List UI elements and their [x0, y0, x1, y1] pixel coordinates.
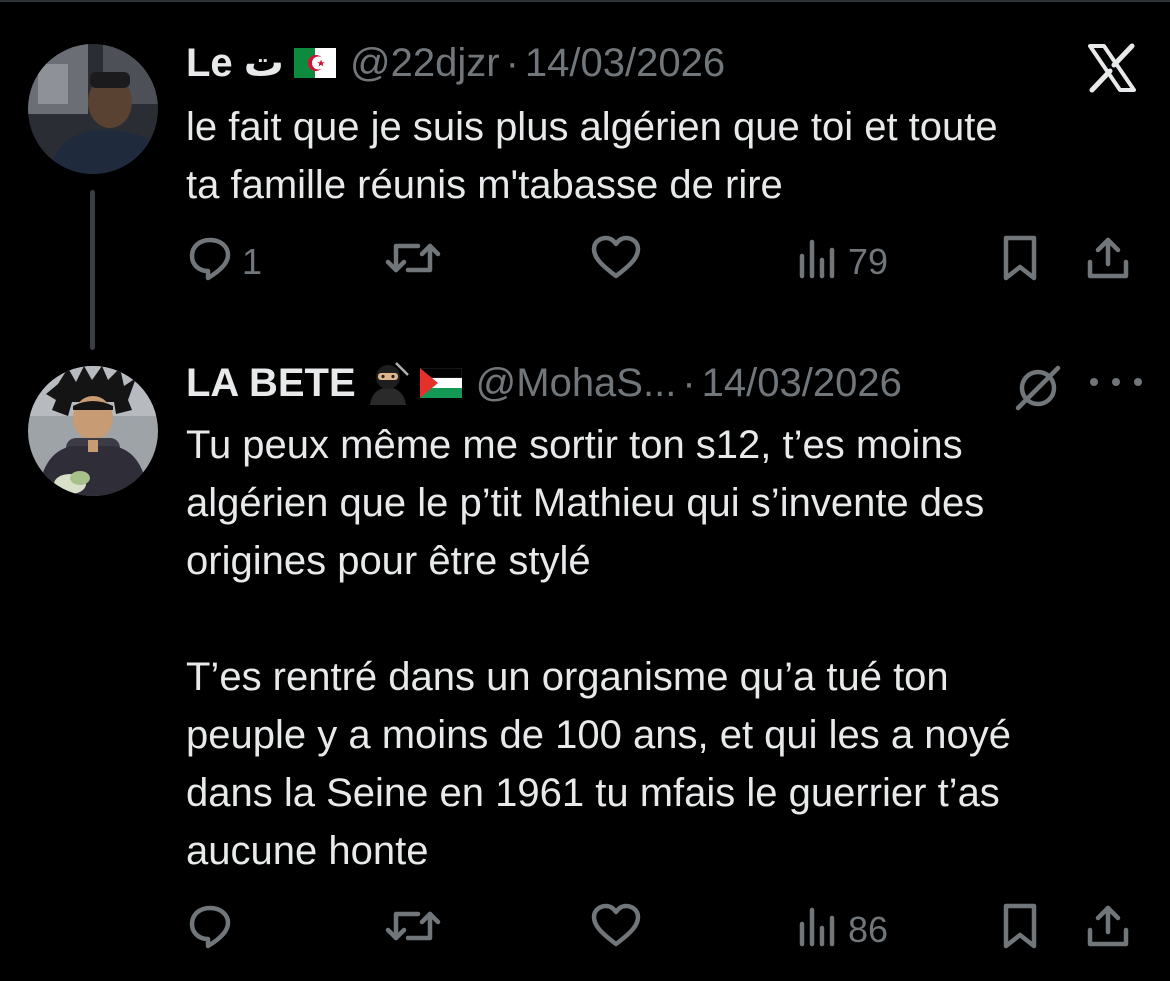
heart-icon	[590, 234, 642, 291]
like-button[interactable]	[590, 232, 650, 292]
views-button[interactable]: 86	[796, 900, 888, 960]
share-button[interactable]	[1084, 900, 1132, 960]
retweet-button[interactable]	[384, 232, 450, 292]
display-name[interactable]: LA BETE	[186, 361, 356, 406]
x-logo-icon	[1084, 40, 1140, 96]
retweet-button[interactable]	[384, 900, 450, 960]
tweet-1[interactable]: Le ت @22djzr · 14/03/2026 le fait que je…	[0, 0, 1170, 350]
reply-icon	[186, 902, 234, 959]
bookmark-button[interactable]	[998, 900, 1042, 960]
tweet-header: Le ت @22djzr · 14/03/2026	[186, 38, 725, 88]
palestine-flag-icon	[419, 368, 462, 398]
thread-line	[90, 190, 95, 350]
share-button[interactable]	[1084, 232, 1132, 292]
heart-icon	[590, 902, 642, 959]
retweet-icon	[384, 234, 442, 291]
share-icon	[1084, 234, 1132, 291]
views-icon	[796, 902, 840, 959]
algeria-flag-icon	[294, 48, 336, 78]
reply-button[interactable]: 1	[186, 232, 262, 292]
timestamp[interactable]: 14/03/2026	[525, 41, 725, 86]
share-icon	[1084, 902, 1132, 959]
bookmark-icon	[998, 234, 1042, 291]
handle[interactable]: @MohaS...	[476, 361, 677, 406]
tweet-text: le fait que je suis plus algérien que to…	[186, 105, 998, 207]
reply-count: 1	[242, 241, 263, 282]
views-icon	[796, 234, 840, 291]
ninja-emoji-icon	[366, 361, 410, 405]
view-count: 79	[848, 241, 889, 282]
action-bar: 1 79	[186, 232, 1146, 292]
reply-button[interactable]	[186, 900, 242, 960]
action-bar: 86	[186, 900, 1146, 960]
timestamp[interactable]: 14/03/2026	[702, 361, 902, 406]
views-button[interactable]: 79	[796, 232, 888, 292]
bookmark-icon	[998, 902, 1042, 959]
avatar[interactable]	[28, 44, 158, 174]
bookmark-button[interactable]	[998, 232, 1042, 292]
reply-icon	[186, 234, 234, 291]
avatar[interactable]	[28, 366, 158, 496]
like-button[interactable]	[590, 900, 650, 960]
more-icon[interactable]	[1090, 362, 1142, 402]
view-count: 86	[848, 909, 889, 950]
separator-dot: ·	[682, 360, 696, 405]
retweet-icon	[384, 902, 442, 959]
grok-icon[interactable]	[1010, 360, 1066, 416]
tweet-2[interactable]: LA BETE @MohaS... · 14/03/2026 Tu peux m…	[0, 330, 1170, 981]
handle[interactable]: @22djzr	[350, 41, 500, 86]
tweet-text: Tu peux même me sortir ton s12, t’es moi…	[186, 423, 1011, 873]
tweet-header: LA BETE @MohaS... · 14/03/2026	[186, 358, 902, 408]
separator-dot: ·	[505, 40, 519, 85]
display-name[interactable]: Le ت	[186, 40, 284, 86]
